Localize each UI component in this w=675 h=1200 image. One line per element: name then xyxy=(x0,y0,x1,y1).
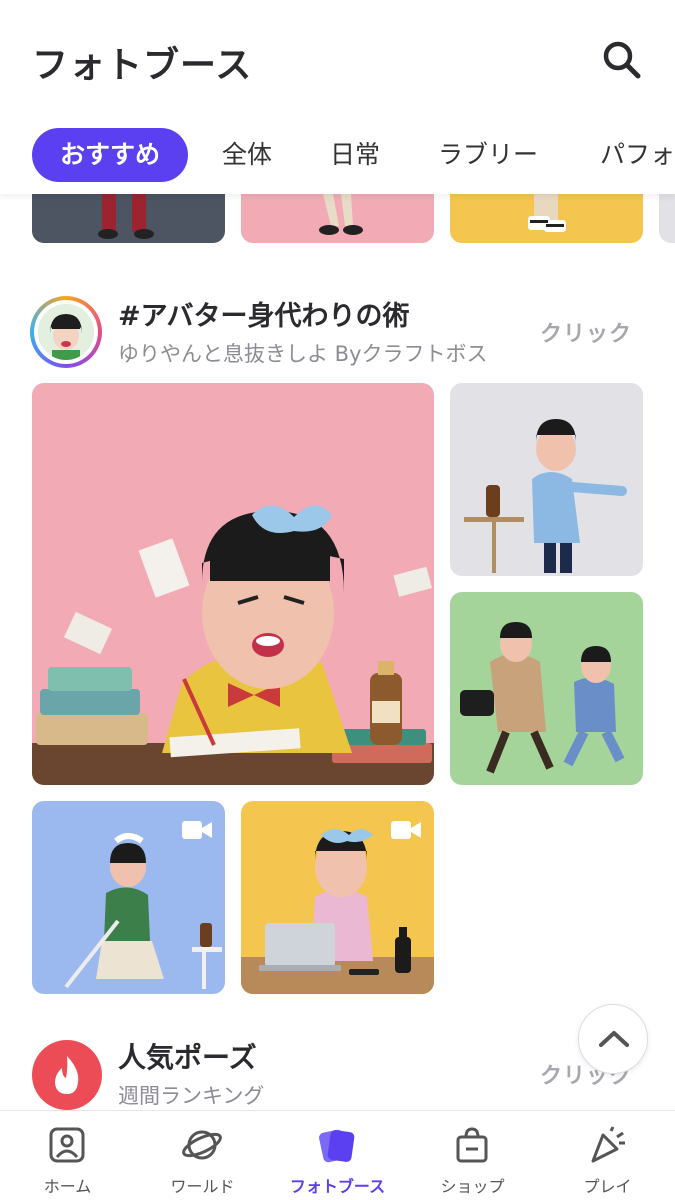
nav-photobooth[interactable]: フォトブース xyxy=(270,1111,405,1200)
creator-avatar[interactable] xyxy=(30,296,102,368)
photo-card[interactable] xyxy=(450,383,643,576)
photobooth-icon xyxy=(319,1129,355,1163)
photo-card[interactable] xyxy=(32,194,225,243)
avatar-face-image xyxy=(38,304,94,360)
search-button[interactable] xyxy=(598,36,646,84)
nav-label: ショップ xyxy=(440,1177,505,1196)
home-icon xyxy=(49,1127,85,1163)
avatars-running-image xyxy=(460,622,625,774)
featured-photo-card[interactable] xyxy=(32,383,434,785)
photo-card[interactable] xyxy=(659,194,675,243)
tab-performance[interactable]: パフォ xyxy=(600,128,675,182)
avatar-legs-image xyxy=(98,194,154,239)
tab-recommended[interactable]: おすすめ xyxy=(32,128,189,182)
photo-card[interactable] xyxy=(450,592,643,785)
photo-card[interactable] xyxy=(450,194,643,243)
party-popper-icon xyxy=(591,1126,625,1163)
nav-label: ホーム xyxy=(43,1177,92,1196)
video-card[interactable] xyxy=(241,801,434,994)
bottom-navigation: ホーム ワールド フォトブース ショップ プレイ xyxy=(0,1110,675,1200)
avatar-studying-image xyxy=(32,505,434,785)
nav-label: ワールド xyxy=(170,1177,235,1196)
section-subtitle: 週間ランキング xyxy=(118,1084,265,1108)
video-camera-icon xyxy=(391,821,421,839)
page-title: フォトブース xyxy=(32,45,253,86)
section-click-link[interactable]: クリック xyxy=(540,316,632,348)
scroll-to-top-button[interactable] xyxy=(578,1004,648,1074)
nav-shop[interactable]: ショップ xyxy=(405,1111,540,1200)
section-title: #アバター身代わりの術 xyxy=(118,301,410,332)
flame-icon xyxy=(55,1056,79,1094)
photo-card[interactable] xyxy=(241,194,434,243)
shopping-bag-icon xyxy=(456,1127,488,1163)
video-camera-icon xyxy=(182,821,212,839)
avatar-presenting-image xyxy=(464,419,627,573)
tab-lovely[interactable]: ラブリー xyxy=(438,128,538,182)
planet-icon xyxy=(182,1130,222,1160)
section-title: 人気ポーズ xyxy=(118,1041,257,1074)
tab-daily[interactable]: 日常 xyxy=(330,128,380,182)
video-card[interactable] xyxy=(32,801,225,994)
avatar-legs-image xyxy=(528,194,566,232)
nav-label: フォトブース xyxy=(289,1177,386,1196)
nav-home[interactable]: ホーム xyxy=(0,1111,135,1200)
app-header: フォトブース xyxy=(0,0,675,118)
tab-all[interactable]: 全体 xyxy=(222,128,272,182)
category-tabs: おすすめ 全体 日常 ラブリー パフォ xyxy=(0,118,675,194)
popular-pose-badge xyxy=(32,1040,102,1110)
search-icon xyxy=(603,41,641,79)
nav-world[interactable]: ワールド xyxy=(135,1111,270,1200)
chevron-up-icon xyxy=(599,1031,629,1047)
avatar-legs-image xyxy=(319,194,363,235)
nav-play[interactable]: プレイ xyxy=(540,1111,675,1200)
section-subtitle: ゆりやんと息抜きしよ Byクラフトボス xyxy=(118,342,488,366)
nav-label: プレイ xyxy=(583,1177,632,1196)
